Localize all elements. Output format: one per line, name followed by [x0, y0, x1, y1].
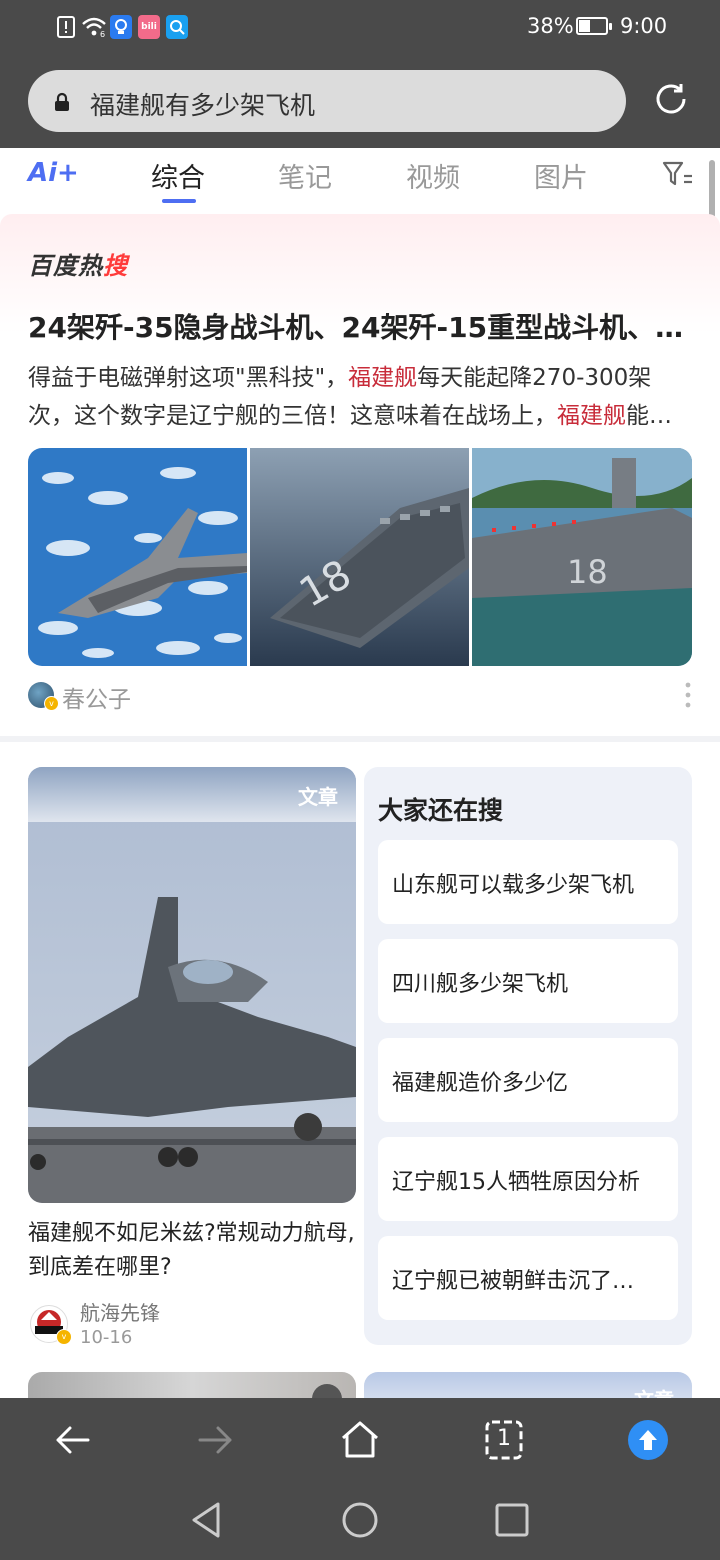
ai-label: Ai+	[28, 158, 79, 188]
article-tag: 文章	[298, 785, 338, 809]
related-search-label: 山东舰可以载多少架飞机	[392, 873, 635, 898]
verified-badge-icon: v	[56, 1329, 72, 1345]
related-search-item[interactable]: 辽宁舰15人牺牲原因分析	[378, 1137, 678, 1221]
status-bar: 6 bili 38% 9:00	[0, 0, 720, 56]
related-search-label: 福建舰造价多少亿	[392, 1071, 569, 1096]
logo-text-accent: 搜	[103, 252, 128, 280]
browser-toolbar: 1	[0, 1398, 720, 1482]
snippet-text: 得益于电磁弹射这项"黑科技"，	[28, 365, 349, 391]
search-app-icon	[166, 15, 188, 39]
related-search-label: 辽宁舰已被朝鲜击沉了…	[392, 1269, 635, 1294]
hot-search-card[interactable]: 百度热搜 24架歼-35隐身战斗机、24架歼-15重型战斗机、… 得益于电磁弹射…	[0, 214, 720, 736]
related-search-item[interactable]: 山东舰可以载多少架飞机	[378, 840, 678, 924]
related-search-label: 四川舰多少架飞机	[392, 972, 569, 997]
snippet-highlight: 福建舰	[348, 365, 418, 391]
reload-icon[interactable]	[652, 80, 690, 118]
logo-text: 百度热	[28, 252, 103, 280]
url-text: 福建舰有多少架飞机	[90, 91, 316, 120]
nav-home-icon[interactable]	[340, 1500, 380, 1540]
nav-recents-icon[interactable]	[492, 1500, 532, 1540]
tab-count: 1	[497, 1426, 511, 1451]
alert-icon	[55, 15, 77, 39]
clock: 9:00	[620, 14, 668, 38]
related-search-item[interactable]: 辽宁舰已被朝鲜击沉了…	[378, 1236, 678, 1320]
svg-text:6: 6	[100, 30, 105, 38]
url-field[interactable]: 福建舰有多少架飞机	[28, 70, 626, 132]
hot-search-snippet: 得益于电磁弹射这项"黑科技"，福建舰每天能起降270-300架次，这个数字是辽宁…	[28, 359, 692, 435]
tab-images[interactable]: 图片	[534, 156, 588, 195]
snippet-text: 能…	[626, 403, 672, 429]
forward-arrow-icon[interactable]	[194, 1418, 238, 1462]
related-search-item[interactable]: 四川舰多少架飞机	[378, 939, 678, 1023]
baidu-hot-search-logo: 百度热搜	[28, 246, 128, 281]
arrow-up-icon	[628, 1420, 668, 1460]
related-search-label: 辽宁舰15人牺牲原因分析	[392, 1170, 640, 1195]
tab-notes[interactable]: 笔记	[278, 156, 332, 195]
article-author[interactable]: 航海先锋	[80, 1297, 160, 1326]
section-divider	[0, 736, 720, 742]
battery-icon	[576, 17, 612, 35]
upload-button[interactable]	[626, 1418, 670, 1462]
filter-icon[interactable]	[662, 160, 694, 188]
address-bar: 福建舰有多少架飞机	[0, 56, 720, 148]
related-searches-card: 大家还在搜 山东舰可以载多少架飞机 四川舰多少架飞机 福建舰造价多少亿 辽宁舰1…	[364, 767, 692, 1345]
snippet-highlight: 福建舰	[557, 403, 626, 429]
hot-search-image-strip[interactable]: 18 18	[28, 448, 692, 666]
verified-badge-icon: v	[44, 696, 59, 711]
wifi-icon: 6	[80, 15, 108, 39]
article-date: 10-16	[80, 1327, 133, 1348]
article-card[interactable]: 文章 福建舰不如尼米兹?常规动力航母,到底差在哪里? v 航海先锋 10-16	[28, 767, 356, 1367]
search-tabs: Ai+ 综合 笔记 视频 图片	[0, 148, 720, 206]
more-options-icon[interactable]	[684, 682, 692, 708]
lock-icon	[55, 92, 69, 111]
hot-search-title[interactable]: 24架歼-35隐身战斗机、24架歼-15重型战斗机、…	[28, 306, 692, 346]
source-name: 春公子	[62, 687, 131, 713]
related-searches-title: 大家还在搜	[378, 796, 504, 825]
home-icon[interactable]	[338, 1418, 382, 1462]
article-image[interactable]: 文章	[28, 767, 356, 1203]
tab-video[interactable]: 视频	[406, 156, 460, 195]
related-search-item[interactable]: 福建舰造价多少亿	[378, 1038, 678, 1122]
active-tab-indicator	[162, 199, 196, 203]
bilibili-icon: bili	[138, 15, 160, 39]
svg-text:18: 18	[567, 553, 608, 591]
battery-percent: 38%	[527, 14, 574, 38]
system-nav-bar	[0, 1482, 720, 1560]
article-title[interactable]: 福建舰不如尼米兹?常规动力航母,到底差在哪里?	[28, 1217, 356, 1285]
lightbulb-icon	[110, 15, 132, 39]
ai-assistant-button[interactable]: Ai+	[28, 158, 79, 188]
carrier-harbor-image[interactable]: 18	[472, 448, 692, 666]
carrier-ocean-image[interactable]: 18	[250, 448, 469, 666]
tabs-button[interactable]: 1	[482, 1418, 526, 1462]
tab-comprehensive[interactable]: 综合	[151, 156, 205, 195]
nav-back-icon[interactable]	[186, 1500, 226, 1540]
back-arrow-icon[interactable]	[50, 1418, 94, 1462]
fighter-jet-sky-image[interactable]	[28, 448, 247, 666]
